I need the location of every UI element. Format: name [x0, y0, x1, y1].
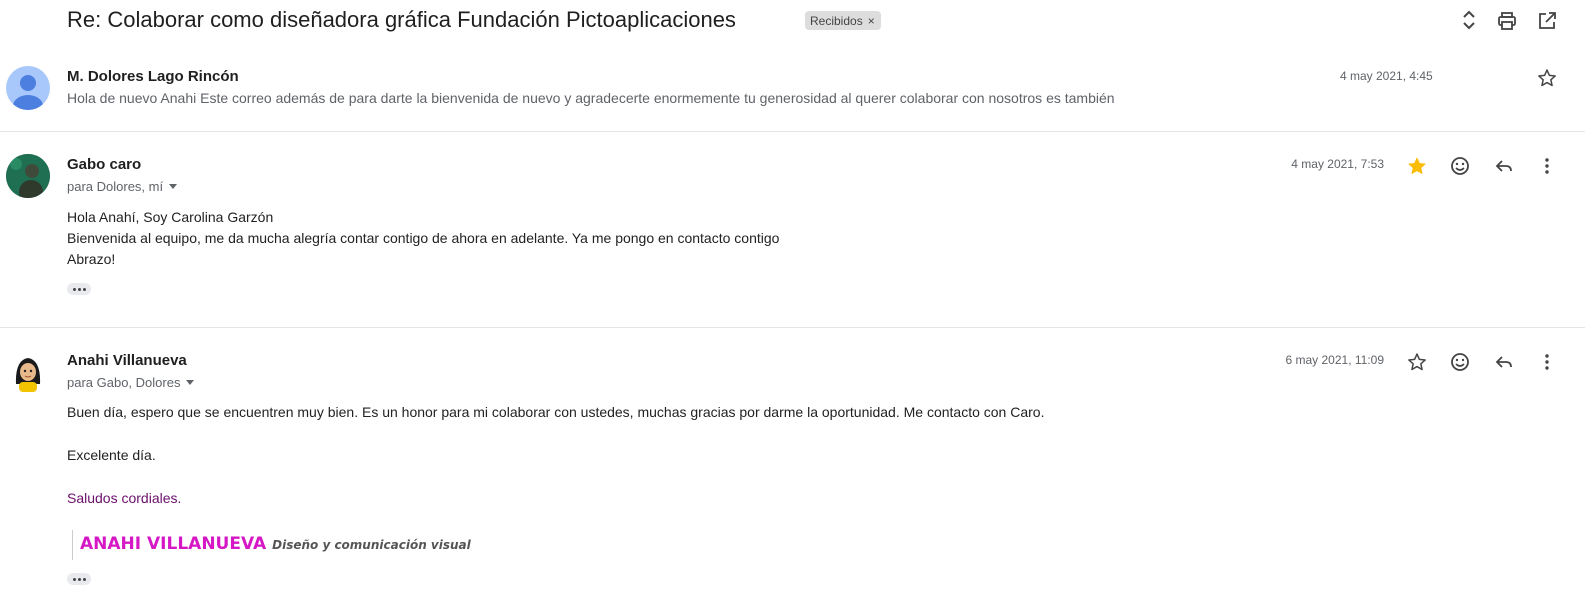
- reply-icon[interactable]: [1492, 154, 1516, 178]
- avatar[interactable]: [6, 66, 50, 110]
- message-divider: [0, 327, 1585, 328]
- message-body-line: Buen día, espero que se encuentren muy b…: [67, 404, 1045, 420]
- message-divider: [0, 131, 1585, 132]
- message-date: 4 may 2021, 4:45: [1340, 69, 1433, 83]
- recipients-line[interactable]: para Dolores, mí: [67, 179, 178, 194]
- message-body-line: Hola Anahí, Soy Carolina Garzón: [67, 209, 274, 225]
- dot: [82, 577, 86, 581]
- dot: [77, 577, 81, 581]
- message-date: 4 may 2021, 7:53: [1291, 157, 1384, 171]
- dot: [82, 287, 86, 291]
- label-chip-text: Recibidos: [810, 13, 863, 28]
- show-trimmed-content-button[interactable]: [67, 283, 91, 295]
- signature-tagline: Diseño y comunicación visual: [272, 538, 471, 552]
- message-body-line: Excelente día.: [67, 447, 156, 463]
- remove-label-icon[interactable]: ×: [868, 14, 875, 28]
- recipients-text: para Gabo, Dolores: [67, 375, 181, 390]
- add-reaction-icon[interactable]: [1448, 154, 1472, 178]
- closing-line: Saludos cordiales.: [67, 490, 182, 506]
- more-options-icon[interactable]: [1535, 350, 1559, 374]
- reply-icon[interactable]: [1492, 350, 1516, 374]
- sender-name[interactable]: Gabo caro: [67, 156, 141, 173]
- show-details-caret-icon[interactable]: [186, 380, 195, 385]
- signature-name: ANAHI VILLANUEVA: [80, 534, 267, 554]
- avatar[interactable]: [6, 350, 50, 394]
- dot: [72, 287, 76, 291]
- more-options-icon[interactable]: [1535, 154, 1559, 178]
- sender-name[interactable]: Anahi Villanueva: [67, 352, 187, 369]
- show-details-caret-icon[interactable]: [169, 184, 178, 189]
- avatar[interactable]: [6, 154, 50, 198]
- open-new-window-icon[interactable]: [1535, 9, 1559, 33]
- dot: [77, 287, 81, 291]
- recipients-text: para Dolores, mí: [67, 179, 164, 194]
- thread-subject: Re: Colaborar como diseñadora gráfica Fu…: [67, 7, 736, 32]
- expand-collapse-icon[interactable]: [1457, 8, 1481, 32]
- add-reaction-icon[interactable]: [1448, 350, 1472, 374]
- star-icon[interactable]: [1535, 66, 1559, 90]
- dot: [72, 577, 76, 581]
- message-snippet[interactable]: Hola de nuevo Anahi Este correo además d…: [67, 90, 1115, 106]
- star-icon[interactable]: [1405, 350, 1429, 374]
- sender-name[interactable]: M. Dolores Lago Rincón: [67, 68, 239, 85]
- message-body-line: Abrazo!: [67, 251, 116, 267]
- signature-divider: [72, 530, 73, 560]
- signature-block: ANAHI VILLANUEVA Diseño y comunicación v…: [80, 534, 471, 554]
- message-body-line: Bienvenida al equipo, me da mucha alegrí…: [67, 230, 780, 246]
- print-icon[interactable]: [1495, 9, 1519, 33]
- label-chip-recibidos[interactable]: Recibidos ×: [805, 11, 881, 30]
- show-trimmed-content-button[interactable]: [67, 573, 91, 585]
- star-filled-icon[interactable]: [1405, 154, 1429, 178]
- recipients-line[interactable]: para Gabo, Dolores: [67, 375, 195, 390]
- message-date: 6 may 2021, 11:09: [1285, 353, 1384, 367]
